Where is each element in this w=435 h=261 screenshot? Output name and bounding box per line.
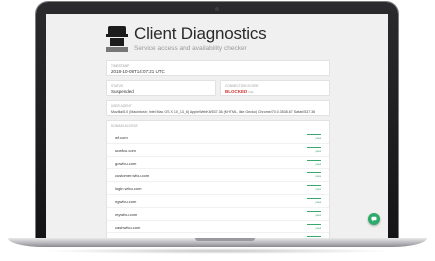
chat-button[interactable]	[368, 213, 380, 225]
domain-name: gowfcu.com	[115, 160, 137, 166]
laptop-shadow	[40, 248, 395, 254]
domain-name: scwfcu.com	[115, 147, 136, 153]
domain-status: pass	[315, 200, 321, 204]
domain-row: gowfcu.com pass	[107, 157, 329, 170]
domain-list-label: Domain Access	[111, 124, 138, 128]
user-agent-card: User Agent Mozilla/5.0 (Macintosh; Intel…	[106, 100, 330, 116]
domain-row: wf.com pass	[107, 131, 329, 144]
status-card: Status Suspended	[106, 80, 216, 96]
domain-name: login.wfcu.com	[115, 186, 142, 192]
connection-label: Connection Score	[225, 84, 259, 88]
status-bar	[307, 197, 321, 199]
page-header: Client Diagnostics Service access and av…	[106, 24, 336, 58]
status-bar	[307, 146, 321, 148]
connection-value-text: BLOCKED	[225, 89, 248, 94]
domain-list: wf.com pass scwfcu.com pass gowfcu.com pass cu…	[107, 131, 329, 240]
domain-status: pass	[315, 137, 321, 140]
connection-suffix: Fail	[248, 90, 254, 94]
status-bar	[307, 210, 321, 212]
status-bar	[307, 185, 321, 187]
domain-row: scwfcu.com pass	[107, 144, 329, 157]
domain-status: pass	[315, 149, 321, 153]
laptop-notch	[195, 238, 255, 241]
user-agent-value: Mozilla/5.0 (Macintosh; Intel Mac OS X 1…	[111, 110, 316, 114]
status-bar	[307, 172, 321, 174]
laptop-base	[8, 238, 427, 247]
domain-status: pass	[315, 188, 321, 192]
domain-name: customer.wfcu.com	[115, 173, 150, 179]
chat-icon	[371, 216, 377, 222]
domain-name: cashwfcu.com	[115, 224, 141, 230]
page-title: Client Diagnostics	[134, 24, 267, 43]
laptop-lid: Client Diagnostics Service access and av…	[36, 2, 398, 240]
diagnostics-page: Client Diagnostics Service access and av…	[46, 14, 388, 240]
status-value: Suspended	[111, 89, 134, 94]
domain-row: customer.wfcu.com pass	[107, 169, 329, 183]
timestamp-label: Timestamp	[111, 64, 130, 68]
status-bar	[307, 223, 321, 225]
domain-name: ngwfcu.com	[115, 198, 137, 204]
camera	[215, 7, 219, 11]
domain-status: pass	[315, 213, 321, 217]
domain-row: mywfcu.com pass	[107, 208, 329, 221]
domain-row: login.wfcu.com pass	[107, 182, 329, 195]
domain-status: pass	[315, 226, 321, 230]
domain-row: cashwfcu.com pass	[107, 221, 329, 234]
domain-name: mywfcu.com	[115, 211, 138, 217]
timestamp-card: Timestamp 2018-10-08T14:07:21 UTC	[106, 60, 330, 76]
user-agent-label: User Agent	[111, 104, 132, 108]
domain-status: pass	[315, 175, 321, 179]
timestamp-value: 2018-10-08T14:07:21 UTC	[111, 69, 165, 74]
page-subtitle: Service access and availability checker	[134, 45, 247, 52]
laptop-screen: Client Diagnostics Service access and av…	[46, 14, 388, 240]
connection-value: BLOCKED Fail	[225, 89, 253, 94]
domain-row: ngwfcu.com pass	[107, 195, 329, 208]
brand-logo	[106, 24, 128, 54]
status-bar	[307, 134, 321, 135]
domain-status: pass	[315, 162, 321, 166]
status-bar	[307, 159, 321, 161]
status-label: Status	[111, 84, 124, 88]
connection-card: Connection Score BLOCKED Fail	[220, 80, 330, 96]
domain-name: wf.com	[115, 135, 128, 140]
domain-list-card: Domain Access wf.com pass scwfcu.com pass go…	[106, 120, 330, 240]
